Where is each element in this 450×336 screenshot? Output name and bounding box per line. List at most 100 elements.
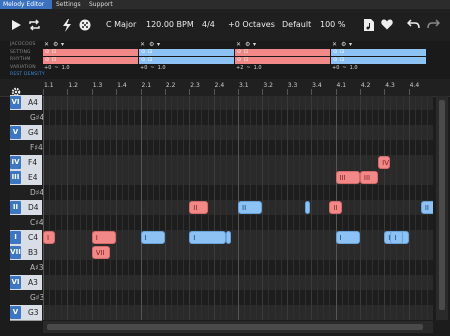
gear-icon[interactable]: ⚙ (149, 41, 154, 48)
segment-color-bar[interactable]: ⊙ ⊡ (139, 49, 234, 56)
timeline-ruler[interactable]: 1.1 1.2 1.3 1.4 2.1 2.2 2.3 2.4 3.1 3.2 3.3 3.4 4.1 4… (0, 79, 450, 97)
tab-support[interactable]: Support (86, 0, 116, 9)
piano-key[interactable]: F♯4 (10, 140, 43, 156)
piano-key[interactable]: IV F4 (10, 155, 42, 171)
lock-icon[interactable]: ⊙ (237, 49, 241, 56)
play-icon[interactable] (10, 19, 22, 31)
octave-field[interactable]: +0 Octaves (228, 9, 275, 41)
piano-keyboard[interactable]: VI A4 G♯4 V G4 F♯4 IV F4 III E4 D♯4 II D4 C♯4 I C4 VII B3… (0, 95, 44, 321)
dice-icon[interactable]: ⊡ (244, 49, 248, 56)
piano-key[interactable]: III E4 (10, 170, 42, 186)
close-icon[interactable]: ✕ (44, 41, 49, 48)
note[interactable]: IV (378, 156, 391, 169)
segment-rhythm-bar[interactable]: ⊙ ⊡ (331, 57, 426, 64)
time-signature-field[interactable]: 4/4 (202, 9, 215, 41)
heart-icon[interactable] (381, 19, 393, 31)
note[interactable]: II (420, 201, 433, 214)
note[interactable]: I (43, 231, 56, 244)
piano-key[interactable]: V G3 (10, 305, 42, 321)
note[interactable]: III (359, 171, 379, 184)
chevron-down-icon[interactable]: ▾ (253, 41, 256, 48)
piano-key[interactable]: VI A4 (10, 95, 42, 111)
vertical-scroll-thumb[interactable] (439, 100, 445, 310)
random-value[interactable]: 1.0 (350, 65, 358, 71)
dice-icon[interactable]: ⊡ (340, 57, 344, 64)
piano-key[interactable]: VII B3 (10, 245, 42, 261)
piano-key[interactable]: VI A3 (10, 275, 42, 291)
note[interactable]: III (335, 171, 360, 184)
variation-value[interactable]: +0 (140, 65, 147, 71)
dice-icon[interactable]: ⊡ (148, 57, 152, 64)
dice-icon[interactable] (79, 19, 91, 31)
dice-icon[interactable]: ⊡ (52, 49, 56, 56)
zoom-field[interactable]: 100 % (320, 9, 345, 41)
close-icon[interactable]: ✕ (332, 41, 337, 48)
undo-icon[interactable] (406, 19, 420, 31)
segment-variation-controls[interactable]: +2 ~1.0 (236, 65, 262, 72)
lock-icon[interactable]: ⊙ (333, 49, 337, 56)
vertical-scrollbar[interactable] (436, 96, 448, 320)
segment-rhythm-bar[interactable]: ⊙ ⊡ (235, 57, 330, 64)
lock-icon[interactable]: ⊙ (237, 57, 241, 64)
random-value[interactable]: 1.0 (62, 65, 70, 71)
horizontal-scroll-thumb[interactable] (47, 324, 423, 330)
variation-value[interactable]: +2 (236, 65, 243, 71)
note[interactable] (305, 201, 311, 214)
tempo-field[interactable]: 120.00 BPM (146, 9, 194, 41)
segment-color-bar[interactable]: ⊙ ⊡ (235, 49, 330, 56)
lock-icon[interactable]: ⊙ (45, 57, 49, 64)
note[interactable]: VII (91, 246, 111, 259)
lock-icon[interactable]: ⊙ (333, 57, 337, 64)
close-icon[interactable]: ✕ (140, 41, 145, 48)
random-value[interactable]: 1.0 (254, 65, 262, 71)
segment-rhythm-bar[interactable]: ⊙ ⊡ (43, 57, 138, 64)
dice-icon[interactable]: ⊡ (148, 49, 152, 56)
track-segment[interactable]: ✕ ⚙ ▾ ⊙ ⊡ ⊙ ⊡ +0 ~1.0 (331, 41, 426, 79)
gear-icon[interactable]: ⚙ (245, 41, 250, 48)
key-selector[interactable]: C Major (106, 9, 136, 41)
note[interactable]: I (335, 231, 360, 244)
variation-value[interactable]: +0 (332, 65, 339, 71)
loop-icon[interactable] (28, 19, 40, 31)
dice-icon[interactable]: ⊡ (340, 49, 344, 56)
gear-icon[interactable]: ⚙ (341, 41, 346, 48)
lock-icon[interactable]: ⊙ (141, 49, 145, 56)
gear-icon[interactable]: ⚙ (53, 41, 58, 48)
note[interactable]: I (91, 231, 117, 244)
tab-melody-editor[interactable]: Melody Editor (0, 0, 52, 9)
redo-icon[interactable] (427, 19, 441, 31)
variation-value[interactable]: +0 (44, 65, 51, 71)
piano-key[interactable]: G♯3 (10, 290, 44, 306)
track-segment[interactable]: ✕ ⚙ ▾ ⊙ ⊡ ⊙ ⊡ +2 ~1.0 (235, 41, 330, 79)
piano-key[interactable]: G♯4 (10, 110, 44, 126)
segment-variation-controls[interactable]: +0 ~1.0 (44, 65, 70, 72)
note[interactable]: I (189, 231, 226, 244)
segment-rhythm-bar[interactable]: ⊙ ⊡ (139, 57, 234, 64)
dice-icon[interactable]: ⊡ (244, 57, 248, 64)
chevron-down-icon[interactable]: ▾ (349, 41, 352, 48)
segment-color-bar[interactable]: ⊙ ⊡ (43, 49, 138, 56)
track-segment[interactable]: ✕ ⚙ ▾ ⊙ ⊡ ⊙ ⊡ +0 ~1.0 (139, 41, 234, 79)
preset-selector[interactable]: Default (282, 9, 311, 41)
lock-icon[interactable]: ⊙ (45, 49, 49, 56)
dice-icon[interactable]: ⊡ (52, 57, 56, 64)
segment-color-bar[interactable]: ⊙ ⊡ (331, 49, 426, 56)
segment-variation-controls[interactable]: +0 ~1.0 (140, 65, 166, 72)
random-value[interactable]: 1.0 (158, 65, 166, 71)
piano-key[interactable]: D♯4 (10, 185, 44, 201)
note[interactable]: I (390, 231, 403, 244)
lock-icon[interactable]: ⊙ (141, 57, 145, 64)
chevron-down-icon[interactable]: ▾ (157, 41, 160, 48)
file-music-icon[interactable] (363, 19, 375, 31)
horizontal-scrollbar[interactable] (43, 321, 433, 333)
note[interactable]: II (329, 201, 342, 214)
note-grid[interactable]: IV III III II II II II I I I I I I I VII (43, 96, 433, 320)
note[interactable] (225, 231, 231, 244)
piano-key[interactable]: C♯4 (10, 215, 44, 231)
lightning-icon[interactable] (61, 19, 73, 32)
note[interactable]: II (189, 201, 208, 214)
chevron-down-icon[interactable]: ▾ (61, 41, 64, 48)
tab-settings[interactable]: Settings (53, 0, 84, 9)
note[interactable]: II (238, 201, 263, 214)
close-icon[interactable]: ✕ (236, 41, 241, 48)
